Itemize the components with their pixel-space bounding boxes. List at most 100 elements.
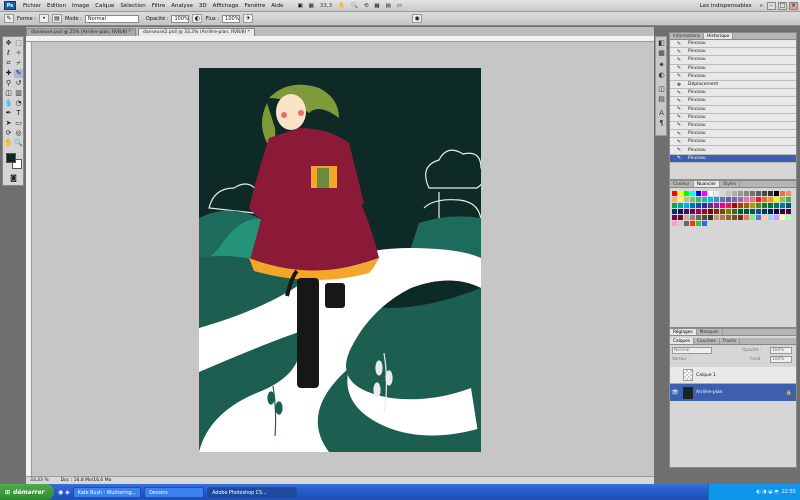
color-swatch[interactable]: [690, 221, 695, 226]
color-swatch[interactable]: [696, 203, 701, 208]
history-step[interactable]: ✎ Pinceau: [670, 64, 796, 73]
hand-icon[interactable]: ✋: [335, 3, 348, 9]
color-swatch[interactable]: [720, 191, 725, 196]
color-swatch[interactable]: [774, 215, 779, 220]
color-swatch[interactable]: [732, 209, 737, 214]
color-swatch[interactable]: [750, 203, 755, 208]
color-swatch[interactable]: [768, 197, 773, 202]
workspace-switcher[interactable]: Les indispensables: [696, 3, 756, 9]
color-swatch[interactable]: [678, 221, 683, 226]
pen-tool-icon[interactable]: ✒: [4, 109, 13, 118]
color-swatch[interactable]: [756, 197, 761, 202]
color-swatch[interactable]: [744, 209, 749, 214]
fill-input[interactable]: 100%: [770, 356, 792, 363]
tab-traces[interactable]: Tracés: [720, 338, 741, 344]
tab-nuancier[interactable]: Nuancier: [693, 181, 720, 187]
history-step[interactable]: ✎ Pinceau: [670, 121, 796, 131]
shape-tool-icon[interactable]: ▭: [14, 119, 23, 128]
history-step[interactable]: ✎ Pinceau: [670, 146, 796, 155]
color-swatch[interactable]: [726, 215, 731, 220]
color-swatch[interactable]: [684, 215, 689, 220]
brush-preset-icon[interactable]: ✎: [4, 14, 14, 23]
start-button[interactable]: ⊞ démarrer: [0, 484, 54, 500]
history-step[interactable]: ✎ Pinceau: [670, 130, 796, 139]
color-swatch[interactable]: [738, 215, 743, 220]
color-swatch[interactable]: [732, 203, 737, 208]
color-swatch[interactable]: [738, 209, 743, 214]
color-swatch[interactable]: [720, 209, 725, 214]
layer-row-arriere-plan[interactable]: 👁 Arrière-plan 🔒: [670, 384, 796, 401]
history-step[interactable]: ✎ Pinceau: [670, 154, 796, 163]
color-swatch[interactable]: [726, 191, 731, 196]
color-swatch[interactable]: [690, 209, 695, 214]
color-swatch[interactable]: [696, 209, 701, 214]
3d-rotate-tool-icon[interactable]: ⟳: [4, 129, 13, 138]
tab-reglages[interactable]: Réglages: [670, 329, 697, 335]
color-swatch[interactable]: [672, 221, 677, 226]
color-swatch[interactable]: [702, 221, 707, 226]
quick-mask-icon[interactable]: ◙: [9, 174, 18, 183]
lasso-tool-icon[interactable]: ℓ: [4, 49, 13, 58]
color-swatch[interactable]: [774, 203, 779, 208]
color-swatch[interactable]: [690, 191, 695, 196]
history-step[interactable]: ✎ Pinceau: [670, 72, 796, 81]
pressure-size-icon[interactable]: ◉: [412, 14, 423, 23]
paragraph-panel-icon[interactable]: ¶: [657, 119, 666, 128]
layer-opacity-input[interactable]: 100%: [770, 347, 792, 354]
color-swatch[interactable]: [744, 203, 749, 208]
color-swatch[interactable]: [762, 209, 767, 214]
color-swatch[interactable]: [738, 191, 743, 196]
history-step[interactable]: ✎ Pinceau: [670, 40, 796, 49]
color-swatch[interactable]: [690, 215, 695, 220]
3d-orbit-tool-icon[interactable]: ◎: [14, 129, 23, 138]
grid-icon[interactable]: ▦: [371, 3, 382, 9]
history-step[interactable]: ✎ Pinceau: [670, 97, 796, 106]
history-step[interactable]: ✎ Pinceau: [670, 89, 796, 98]
color-swatch[interactable]: [780, 191, 785, 196]
tray-icons[interactable]: ◐ ◑ ◒ ◓: [756, 489, 778, 495]
tab-masques[interactable]: Masques: [697, 329, 723, 335]
history-step[interactable]: ✎ Pinceau: [670, 138, 796, 147]
history-step[interactable]: ✎ Pinceau: [670, 48, 796, 57]
visibility-eye-icon[interactable]: 👁: [670, 389, 680, 396]
color-swatch[interactable]: [786, 197, 791, 202]
marquee-tool-icon[interactable]: ⬚: [14, 39, 23, 48]
airbrush-icon[interactable]: ✈: [243, 14, 254, 23]
eyedropper-tool-icon[interactable]: ⌿: [14, 59, 23, 68]
color-swatch[interactable]: [768, 215, 773, 220]
color-swatch[interactable]: [678, 209, 683, 214]
color-swatch[interactable]: [678, 197, 683, 202]
layers-panel-icon[interactable]: ◫: [657, 85, 666, 94]
color-swatch[interactable]: [756, 209, 761, 214]
healing-brush-tool-icon[interactable]: ✚: [4, 69, 13, 78]
color-swatch[interactable]: [696, 221, 701, 226]
color-swatch[interactable]: [738, 203, 743, 208]
eraser-tool-icon[interactable]: ◫: [4, 89, 13, 98]
color-swatch[interactable]: [744, 215, 749, 220]
blur-tool-icon[interactable]: 💧: [4, 99, 13, 108]
tab-styles[interactable]: Styles: [720, 181, 740, 187]
layer-name[interactable]: Arrière-plan: [696, 390, 723, 395]
quick-selection-tool-icon[interactable]: ✧: [14, 49, 23, 58]
clone-stamp-tool-icon[interactable]: ⚲: [4, 79, 13, 88]
menu-aide[interactable]: Aide: [268, 3, 286, 9]
crop-tool-icon[interactable]: ⌗: [4, 59, 13, 68]
color-swatch[interactable]: [714, 197, 719, 202]
path-selection-tool-icon[interactable]: ➤: [4, 119, 13, 128]
taskbar-item-photoshop[interactable]: Adobe Photoshop CS...: [207, 486, 298, 498]
minibridge-icon[interactable]: ▦: [306, 3, 317, 9]
color-swatch[interactable]: [780, 215, 785, 220]
color-swatch[interactable]: [726, 197, 731, 202]
history-step[interactable]: ✥ Déplacement: [670, 80, 796, 90]
character-panel-icon[interactable]: A: [657, 109, 666, 118]
menu-filtre[interactable]: Filtre: [149, 3, 169, 9]
color-swatch[interactable]: [690, 197, 695, 202]
artwork-canvas[interactable]: [199, 68, 481, 452]
color-swatch[interactable]: [708, 191, 713, 196]
quicklaunch-icons[interactable]: ◉ ◈: [58, 489, 70, 496]
color-swatch[interactable]: [684, 203, 689, 208]
tab-historique[interactable]: Historique: [704, 33, 734, 39]
status-zoom[interactable]: 33,33 %: [30, 477, 49, 484]
brush-panel-toggle-icon[interactable]: ▤: [51, 14, 62, 23]
color-swatch[interactable]: [762, 197, 767, 202]
